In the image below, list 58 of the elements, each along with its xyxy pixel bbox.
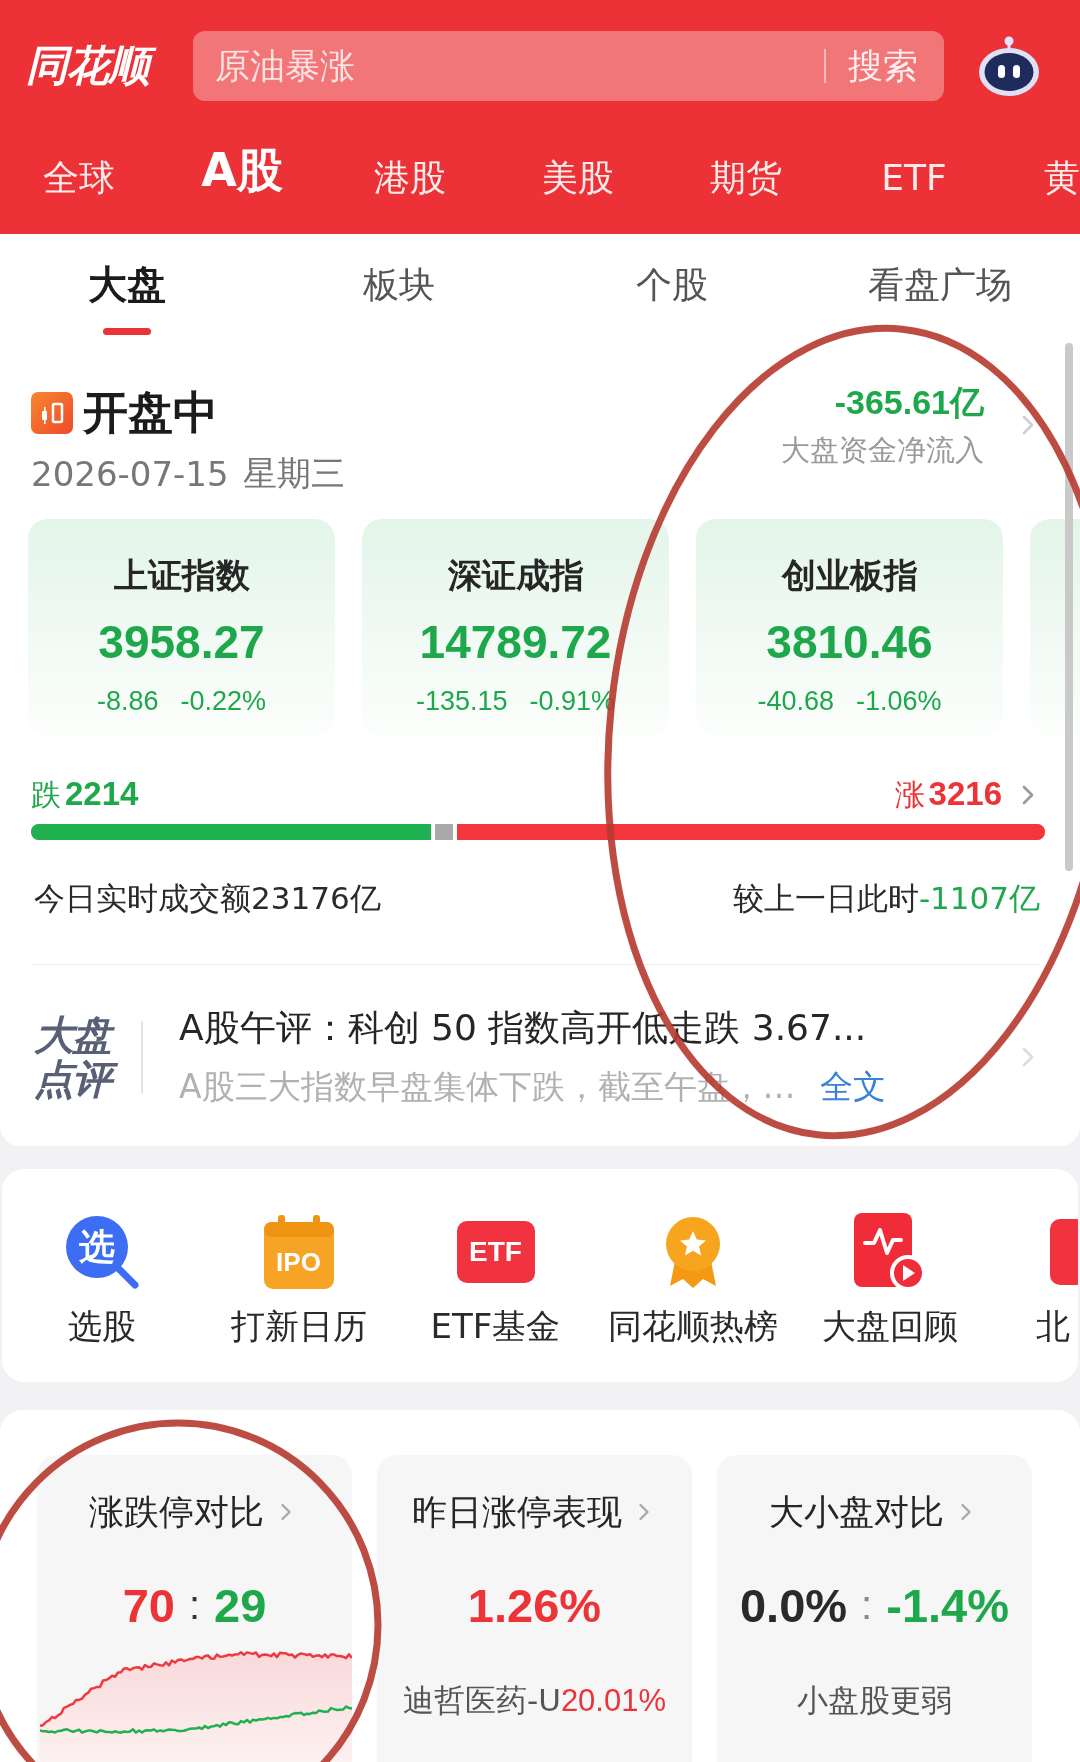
stat-card[interactable]: 大小盘对比 0.0% : -1.4% 小盘股更弱 [717,1455,1032,1762]
market-tab[interactable]: ETF [881,156,947,200]
weekday-text: 星期三 [242,452,345,495]
shortcut-button[interactable]: 同花顺热榜 [594,1214,791,1382]
commentary-logo: 大盘点评 [34,1012,126,1101]
candlestick-icon [31,392,73,434]
shortcut-button[interactable]: 大盘回顾 [791,1214,988,1382]
index-value: 14789.72 [419,615,612,669]
advance-count: 涨3216 [894,774,1002,814]
index-change: -8.86 [96,685,159,717]
tile-icon [1050,1219,1078,1285]
stat-footer: 小盘股更弱 [797,1681,952,1719]
market-tab[interactable]: 港股 [374,156,446,200]
section-tab[interactable]: 板块 [363,262,435,308]
section-tab[interactable]: 个股 [636,262,708,308]
stat-value: 1.26% [467,1577,602,1633]
turnover-text: 今日实时成交额23176亿 [34,879,381,918]
net-flow-label: 大盘资金净流入 [781,433,984,467]
market-tab[interactable]: 美股 [542,156,614,200]
etf-icon: ETF [456,1221,535,1283]
market-tab[interactable]: A股 [201,144,283,196]
index-name: 深证成指 [447,555,584,595]
stat-footer: 迪哲医药-U20.01% [403,1681,666,1720]
stat-card-title: 昨日涨停表现 [411,1491,622,1533]
stat-value: 70 : 29 [122,1577,267,1633]
index-name: 创业板指 [781,555,918,595]
decline-count: 跌2214 [31,774,139,814]
read-more-link[interactable]: 全文 [819,1067,886,1107]
index-change: -135.15 [415,685,508,717]
section-tab[interactable]: 大盘 [88,262,166,335]
index-change-percent: -1.06% [856,685,942,717]
shortcut-button[interactable]: 选 选股 [3,1214,200,1382]
market-status: 开盘中 [83,388,218,438]
index-change: -40.68 [757,685,834,717]
index-value: 3810.46 [766,615,933,669]
stat-card-title: 大小盘对比 [769,1491,944,1533]
stat-card-title: 涨跌停对比 [89,1491,264,1533]
trade-date: 2026-07-15 [31,454,229,494]
robot-icon[interactable] [978,35,1040,97]
index-name: 上证指数 [113,555,250,595]
stat-card[interactable]: 昨日涨停表现 1.26% 迪哲医药-U20.01% [377,1455,692,1762]
shortcut-button[interactable]: IPO 打新日历 [200,1214,397,1382]
shortcut-button[interactable]: ETF ETF基金 [397,1214,594,1382]
scrollbar-thumb[interactable] [1065,343,1073,871]
section-tab[interactable]: 看盘广场 [868,262,1012,308]
market-tab[interactable]: 期货 [710,156,782,200]
index-value: 3958.27 [98,615,265,669]
app-logo[interactable]: 同花顺 [22,40,159,92]
shortcut-button[interactable]: 北 [988,1214,1078,1382]
turnover-comparison: 较上一日此时-1107亿 [732,879,1040,918]
market-tab[interactable]: 全球 [43,156,115,200]
index-card[interactable]: 上证指数 3958.27 -8.86 -0.22% [28,519,335,736]
index-change-percent: -0.22% [180,685,267,717]
stat-value: 0.0% : -1.4% [739,1577,1009,1633]
net-flow-value: -365.61亿 [834,382,984,422]
stat-card[interactable]: 涨跌停对比 70 : 29 [37,1455,352,1762]
market-tab[interactable]: 黄 [1044,156,1080,200]
index-card[interactable]: 创业板指 3810.46 -40.68 -1.06% [696,519,1003,736]
